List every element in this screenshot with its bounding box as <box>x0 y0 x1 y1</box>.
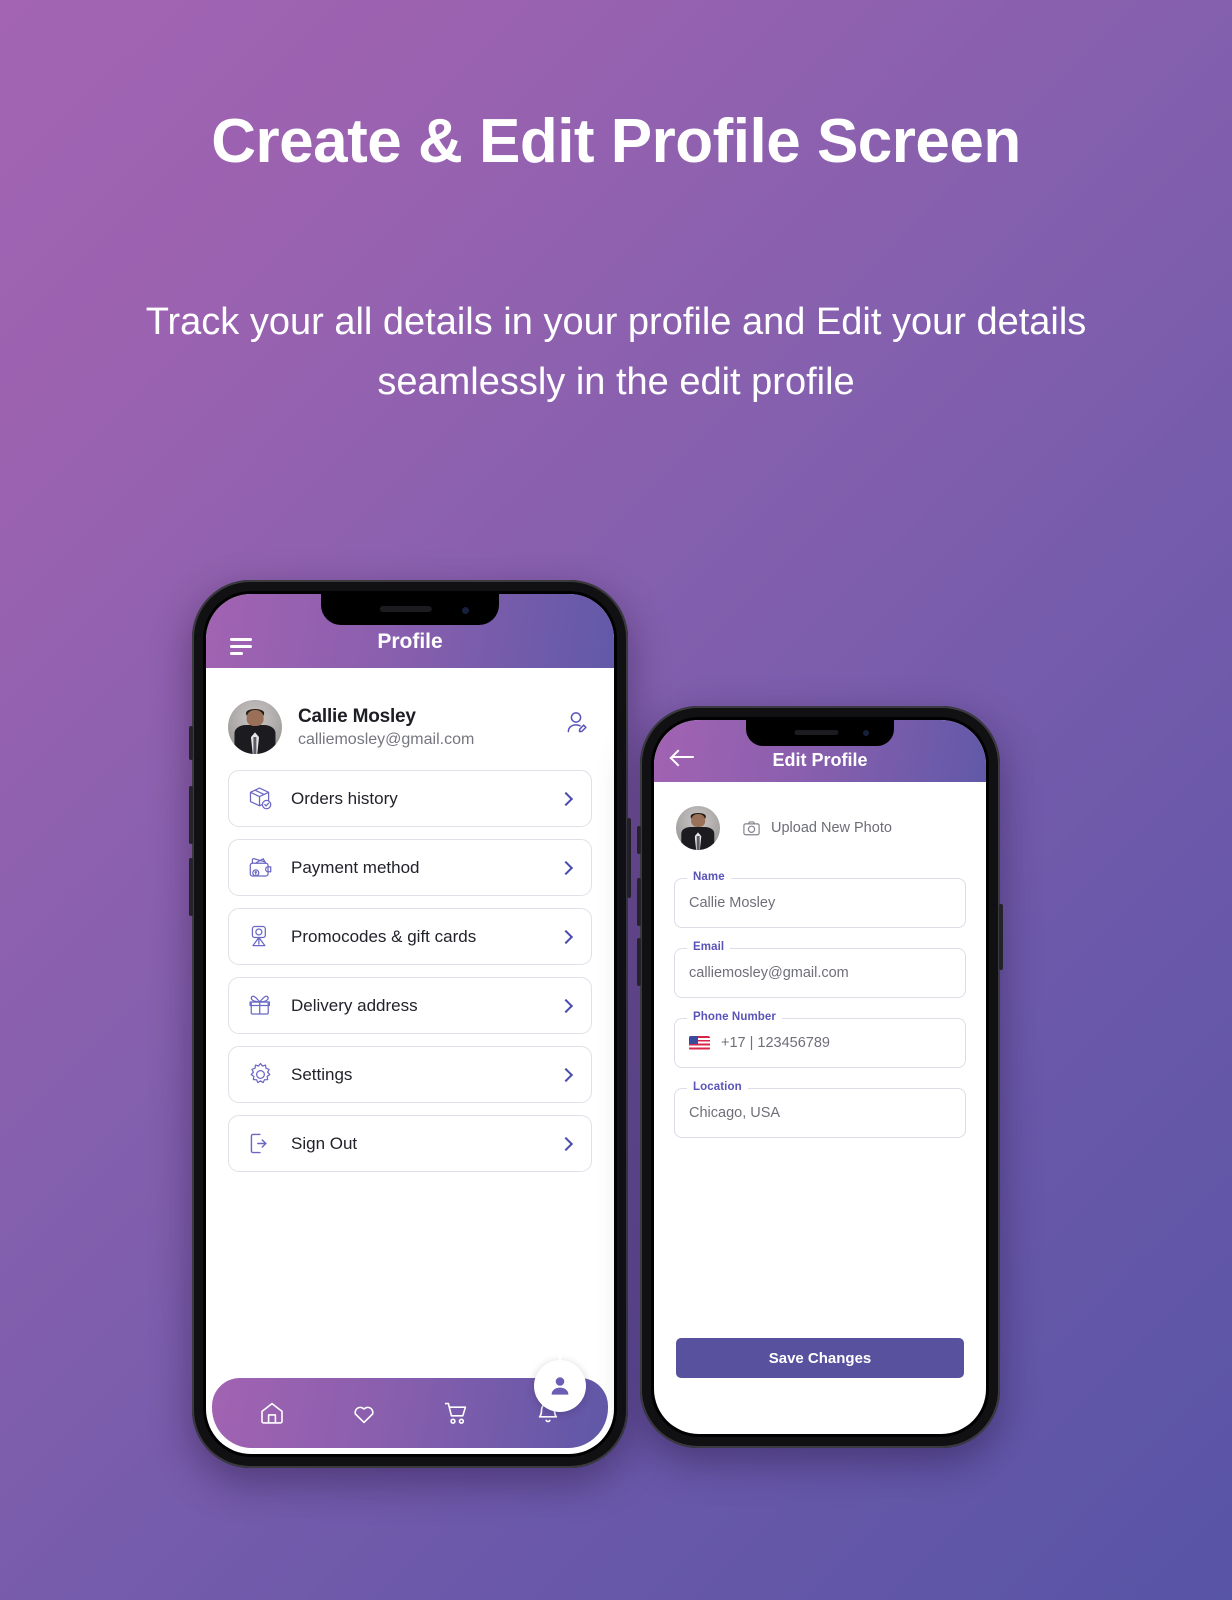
edit-profile-form: Name Callie Mosley Email calliemosley@gm… <box>654 850 986 1138</box>
field-value: +17 | 123456789 <box>721 1035 830 1051</box>
page-subtitle: Track your all details in your profile a… <box>145 301 1087 404</box>
field-value: calliemosley@gmail.com <box>689 965 849 981</box>
profile-user-email: calliemosley@gmail.com <box>298 730 475 748</box>
phone-mockup-profile: Profile Callie Mosley calliemosley@gmail… <box>189 580 631 1468</box>
save-changes-button[interactable]: Save Changes <box>676 1338 964 1378</box>
phone-bezel: Edit Profile Upload New Photo Name Calli… <box>651 717 989 1437</box>
phone-button-mute <box>189 726 193 760</box>
bottom-navigation-bar <box>212 1360 608 1448</box>
menu-item-orders-history[interactable]: Orders history <box>228 770 592 827</box>
phone-mockup-edit-profile: Edit Profile Upload New Photo Name Calli… <box>637 706 1003 1448</box>
edit-profile-screen: Edit Profile Upload New Photo Name Calli… <box>654 720 986 1434</box>
field-label: Name <box>687 871 731 883</box>
phone-button-power <box>999 904 1003 970</box>
phone-number-field[interactable]: Phone Number +17 | 123456789 <box>674 1011 966 1068</box>
notch-camera <box>462 607 469 614</box>
gear-icon <box>245 1060 275 1090</box>
edit-profile-icon[interactable] <box>564 710 590 741</box>
field-label: Location <box>687 1081 748 1093</box>
notch-speaker <box>379 606 432 612</box>
menu-item-promocodes-gift-cards[interactable]: Promocodes & gift cards <box>228 908 592 965</box>
gift-box-icon <box>245 991 275 1021</box>
profile-user-row: Callie Mosley calliemosley@gmail.com <box>206 668 614 764</box>
camera-icon <box>742 819 761 838</box>
profile-menu-list: Orders history Payment method Promocodes… <box>206 764 614 1172</box>
menu-item-label: Orders history <box>291 788 398 808</box>
wallet-icon <box>245 853 275 883</box>
edit-header-title: Edit Profile <box>772 750 868 770</box>
profile-header-title: Profile <box>377 630 443 653</box>
package-box-icon <box>245 784 275 814</box>
name-field[interactable]: Name Callie Mosley <box>674 871 966 928</box>
field-label: Email <box>687 941 731 953</box>
field-value: Callie Mosley <box>689 895 776 911</box>
menu-item-label: Settings <box>291 1064 353 1084</box>
phone-button-volume-down <box>637 938 641 986</box>
field-label: Phone Number <box>687 1011 782 1023</box>
phone-bezel: Profile Callie Mosley calliemosley@gmail… <box>203 591 617 1457</box>
email-field[interactable]: Email calliemosley@gmail.com <box>674 941 966 998</box>
avatar <box>228 700 282 754</box>
field-value: Chicago, USA <box>689 1105 781 1121</box>
phone-button-volume-up <box>637 878 641 926</box>
logout-icon <box>245 1129 275 1159</box>
menu-item-delivery-address[interactable]: Delivery address <box>228 977 592 1034</box>
profile-screen: Profile Callie Mosley calliemosley@gmail… <box>206 594 614 1454</box>
phone-notch <box>746 720 894 746</box>
nav-item-profile[interactable] <box>534 1360 586 1412</box>
upload-photo-row[interactable]: Upload New Photo <box>654 782 986 850</box>
phone-button-volume-down <box>189 858 193 916</box>
page-title: Create & Edit Profile Screen <box>211 107 1021 176</box>
chevron-right-icon <box>558 998 574 1013</box>
menu-item-sign-out[interactable]: Sign Out <box>228 1115 592 1172</box>
menu-item-payment-method[interactable]: Payment method <box>228 839 592 896</box>
us-flag-icon <box>689 1036 710 1050</box>
chevron-right-icon <box>558 1136 574 1151</box>
menu-item-label: Promocodes & gift cards <box>291 926 477 946</box>
phone-button-mute <box>637 826 641 854</box>
menu-item-label: Payment method <box>291 857 420 877</box>
phone-button-volume-up <box>189 786 193 844</box>
notch-speaker <box>794 730 839 735</box>
profile-user-name: Callie Mosley <box>298 705 416 727</box>
chevron-right-icon <box>558 791 574 806</box>
notch-camera <box>863 730 869 736</box>
location-pin-icon <box>245 922 275 952</box>
menu-item-settings[interactable]: Settings <box>228 1046 592 1103</box>
nav-item-home[interactable] <box>258 1399 286 1427</box>
phone-button-power <box>627 818 631 898</box>
location-field[interactable]: Location Chicago, USA <box>674 1081 966 1138</box>
chevron-right-icon <box>558 929 574 944</box>
upload-photo-label: Upload New Photo <box>771 820 892 836</box>
chevron-right-icon <box>558 1067 574 1082</box>
chevron-right-icon <box>558 860 574 875</box>
nav-item-cart[interactable] <box>442 1399 470 1427</box>
menu-item-label: Delivery address <box>291 995 418 1015</box>
menu-item-label: Sign Out <box>291 1133 358 1153</box>
nav-item-favorites[interactable] <box>350 1399 378 1427</box>
avatar <box>676 806 720 850</box>
phone-notch <box>321 594 499 625</box>
